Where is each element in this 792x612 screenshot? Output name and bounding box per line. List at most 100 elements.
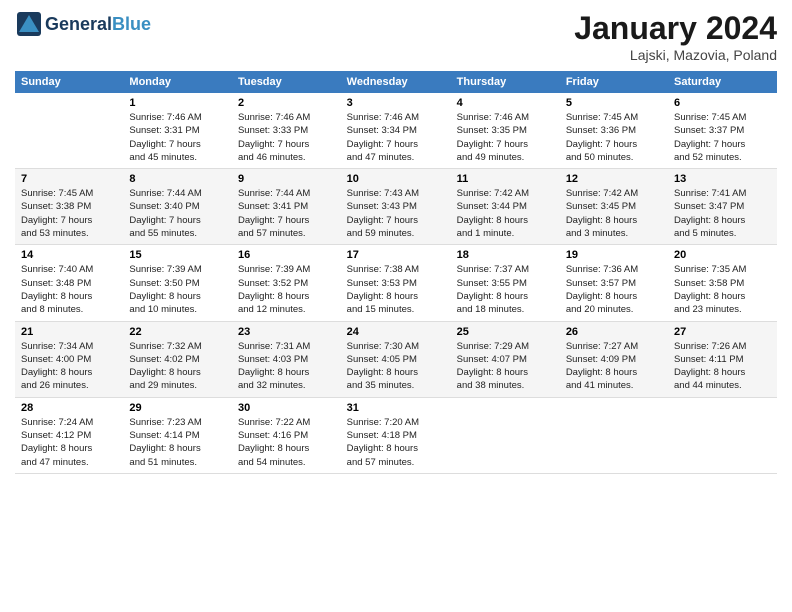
day-info: Sunrise: 7:46 AM Sunset: 3:34 PM Dayligh… — [347, 111, 445, 164]
day-number: 19 — [566, 249, 662, 261]
day-info: Sunrise: 7:41 AM Sunset: 3:47 PM Dayligh… — [674, 187, 771, 240]
col-thursday: Thursday — [451, 71, 560, 93]
day-info: Sunrise: 7:42 AM Sunset: 3:44 PM Dayligh… — [457, 187, 554, 240]
list-item: 29 Sunrise: 7:23 AM Sunset: 4:14 PM Dayli… — [123, 397, 232, 473]
table-row: 1Sunrise: 7:46 AM Sunset: 3:31 PM Daylig… — [15, 93, 777, 169]
calendar-subtitle: Lajski, Mazovia, Poland — [574, 47, 777, 63]
day-info: Sunrise: 7:29 AM Sunset: 4:07 PM Dayligh… — [457, 340, 554, 393]
list-item: 13 Sunrise: 7:41 AM Sunset: 3:47 PM Dayli… — [668, 169, 777, 245]
list-item: 22 Sunrise: 7:32 AM Sunset: 4:02 PM Dayli… — [123, 321, 232, 397]
day-info: Sunrise: 7:26 AM Sunset: 4:11 PM Dayligh… — [674, 340, 771, 393]
list-item — [451, 397, 560, 473]
day-number: 18 — [457, 249, 554, 261]
day-info: Sunrise: 7:30 AM Sunset: 4:05 PM Dayligh… — [347, 340, 445, 393]
day-info: Sunrise: 7:43 AM Sunset: 3:43 PM Dayligh… — [347, 187, 445, 240]
col-sunday: Sunday — [15, 71, 123, 93]
list-item: 18 Sunrise: 7:37 AM Sunset: 3:55 PM Dayli… — [451, 245, 560, 321]
day-number: 25 — [457, 326, 554, 338]
table-row: 28Sunrise: 7:24 AM Sunset: 4:12 PM Dayli… — [15, 397, 777, 473]
day-info: Sunrise: 7:45 AM Sunset: 3:38 PM Dayligh… — [21, 187, 117, 240]
list-item: 6 Sunrise: 7:45 AM Sunset: 3:37 PM Daylig… — [668, 93, 777, 169]
day-info: Sunrise: 7:32 AM Sunset: 4:02 PM Dayligh… — [129, 340, 226, 393]
list-item: 30 Sunrise: 7:22 AM Sunset: 4:16 PM Dayli… — [232, 397, 341, 473]
col-wednesday: Wednesday — [341, 71, 451, 93]
day-number: 11 — [457, 173, 554, 185]
day-number: 7 — [21, 173, 117, 185]
list-item: 23 Sunrise: 7:31 AM Sunset: 4:03 PM Dayli… — [232, 321, 341, 397]
page-container: GeneralBlue January 2024 Lajski, Mazovia… — [0, 0, 792, 484]
day-info: Sunrise: 7:46 AM Sunset: 3:35 PM Dayligh… — [457, 111, 554, 164]
list-item: 8 Sunrise: 7:44 AM Sunset: 3:40 PM Daylig… — [123, 169, 232, 245]
day-number: 6 — [674, 97, 771, 109]
logo-blue-text: Blue — [112, 14, 151, 34]
day-number: 21 — [21, 326, 117, 338]
list-item: 26 Sunrise: 7:27 AM Sunset: 4:09 PM Dayli… — [560, 321, 668, 397]
day-info: Sunrise: 7:27 AM Sunset: 4:09 PM Dayligh… — [566, 340, 662, 393]
day-number: 28 — [21, 402, 117, 414]
day-number: 1 — [129, 97, 226, 109]
list-item — [668, 397, 777, 473]
day-info: Sunrise: 7:34 AM Sunset: 4:00 PM Dayligh… — [21, 340, 117, 393]
table-row: 14 Sunrise: 7:40 AM Sunset: 3:48 PM Dayli… — [15, 245, 777, 321]
day-number: 12 — [566, 173, 662, 185]
day-info: Sunrise: 7:45 AM Sunset: 3:37 PM Dayligh… — [674, 111, 771, 164]
day-number: 20 — [674, 249, 771, 261]
list-item — [15, 93, 123, 169]
day-number: 26 — [566, 326, 662, 338]
list-item: 15 Sunrise: 7:39 AM Sunset: 3:50 PM Dayli… — [123, 245, 232, 321]
col-friday: Friday — [560, 71, 668, 93]
day-number: 14 — [21, 249, 117, 261]
list-item: 9 Sunrise: 7:44 AM Sunset: 3:41 PM Daylig… — [232, 169, 341, 245]
day-info: Sunrise: 7:37 AM Sunset: 3:55 PM Dayligh… — [457, 263, 554, 316]
day-number: 30 — [238, 402, 335, 414]
day-number: 9 — [238, 173, 335, 185]
calendar-title: January 2024 — [574, 10, 777, 47]
day-info: Sunrise: 7:39 AM Sunset: 3:52 PM Dayligh… — [238, 263, 335, 316]
calendar-table: Sunday Monday Tuesday Wednesday Thursday… — [15, 71, 777, 474]
col-monday: Monday — [123, 71, 232, 93]
list-item: 12Sunrise: 7:42 AM Sunset: 3:45 PM Dayli… — [560, 169, 668, 245]
day-number: 8 — [129, 173, 226, 185]
list-item: 17 Sunrise: 7:38 AM Sunset: 3:53 PM Dayli… — [341, 245, 451, 321]
col-saturday: Saturday — [668, 71, 777, 93]
day-number: 29 — [129, 402, 226, 414]
day-number: 31 — [347, 402, 445, 414]
day-info: Sunrise: 7:40 AM Sunset: 3:48 PM Dayligh… — [21, 263, 117, 316]
list-item — [560, 397, 668, 473]
day-info: Sunrise: 7:36 AM Sunset: 3:57 PM Dayligh… — [566, 263, 662, 316]
day-info: Sunrise: 7:45 AM Sunset: 3:36 PM Dayligh… — [566, 111, 662, 164]
day-number: 13 — [674, 173, 771, 185]
list-item: 10 Sunrise: 7:43 AM Sunset: 3:43 PM Dayli… — [341, 169, 451, 245]
day-number: 5 — [566, 97, 662, 109]
day-info: Sunrise: 7:22 AM Sunset: 4:16 PM Dayligh… — [238, 416, 335, 469]
list-item: 27Sunrise: 7:26 AM Sunset: 4:11 PM Dayli… — [668, 321, 777, 397]
day-number: 15 — [129, 249, 226, 261]
day-number: 23 — [238, 326, 335, 338]
day-info: Sunrise: 7:31 AM Sunset: 4:03 PM Dayligh… — [238, 340, 335, 393]
list-item: 14 Sunrise: 7:40 AM Sunset: 3:48 PM Dayli… — [15, 245, 123, 321]
day-number: 17 — [347, 249, 445, 261]
day-number: 10 — [347, 173, 445, 185]
list-item: 24Sunrise: 7:30 AM Sunset: 4:05 PM Dayli… — [341, 321, 451, 397]
col-tuesday: Tuesday — [232, 71, 341, 93]
calendar-body: 1Sunrise: 7:46 AM Sunset: 3:31 PM Daylig… — [15, 93, 777, 473]
day-info: Sunrise: 7:20 AM Sunset: 4:18 PM Dayligh… — [347, 416, 445, 469]
list-item: 3 Sunrise: 7:46 AM Sunset: 3:34 PM Daylig… — [341, 93, 451, 169]
day-info: Sunrise: 7:23 AM Sunset: 4:14 PM Dayligh… — [129, 416, 226, 469]
day-info: Sunrise: 7:44 AM Sunset: 3:40 PM Dayligh… — [129, 187, 226, 240]
day-info: Sunrise: 7:39 AM Sunset: 3:50 PM Dayligh… — [129, 263, 226, 316]
list-item: 11 Sunrise: 7:42 AM Sunset: 3:44 PM Dayli… — [451, 169, 560, 245]
day-info: Sunrise: 7:35 AM Sunset: 3:58 PM Dayligh… — [674, 263, 771, 316]
list-item: 25 Sunrise: 7:29 AM Sunset: 4:07 PM Dayli… — [451, 321, 560, 397]
list-item: 5 Sunrise: 7:45 AM Sunset: 3:36 PM Daylig… — [560, 93, 668, 169]
logo-general: General — [45, 14, 112, 34]
day-number: 3 — [347, 97, 445, 109]
table-row: 21 Sunrise: 7:34 AM Sunset: 4:00 PM Dayli… — [15, 321, 777, 397]
title-block: January 2024 Lajski, Mazovia, Poland — [574, 10, 777, 63]
day-info: Sunrise: 7:38 AM Sunset: 3:53 PM Dayligh… — [347, 263, 445, 316]
day-number: 22 — [129, 326, 226, 338]
header: GeneralBlue January 2024 Lajski, Mazovia… — [15, 10, 777, 63]
day-number: 16 — [238, 249, 335, 261]
day-number: 4 — [457, 97, 554, 109]
day-info: Sunrise: 7:44 AM Sunset: 3:41 PM Dayligh… — [238, 187, 335, 240]
